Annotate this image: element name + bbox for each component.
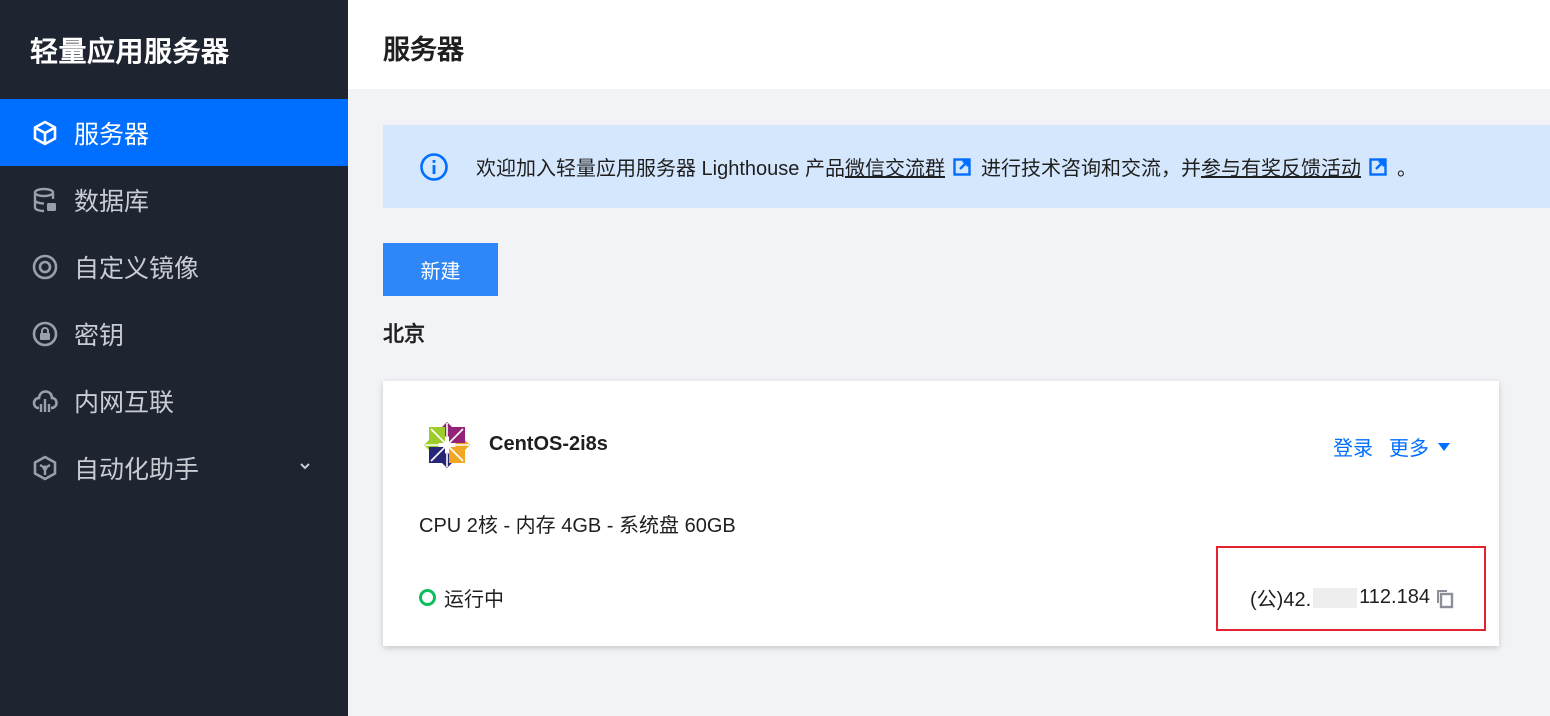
card-actions: 登录 更多 — [1333, 432, 1451, 461]
new-server-button[interactable]: 新建 — [383, 243, 498, 296]
notice-text: 。 — [1396, 158, 1417, 180]
notice-text: 进行技术咨询和交流，并 — [980, 158, 1201, 180]
status-running-icon — [419, 589, 436, 606]
sidebar-item-label: 自动化助手 — [74, 455, 200, 484]
ip-suffix: 112.184 — [1359, 586, 1430, 608]
more-dropdown[interactable]: 更多 — [1389, 432, 1451, 461]
sidebar-item-label: 自定义镜像 — [74, 254, 200, 283]
key-lock-icon — [30, 319, 60, 349]
notice-text: 欢迎加入轻量应用服务器 Lighthouse 产品 — [476, 158, 845, 180]
centos-logo-icon — [424, 422, 470, 468]
page-header: 服务器 — [348, 0, 1550, 89]
server-status: 运行中 — [419, 583, 504, 612]
status-label: 运行中 — [444, 589, 504, 611]
sidebar-item-keys[interactable]: 密钥 — [0, 300, 348, 367]
external-link-icon[interactable] — [1369, 157, 1387, 176]
notice-banner: 欢迎加入轻量应用服务器 Lighthouse 产品 微信交流群 进行技术咨询和交… — [383, 125, 1550, 208]
page-title: 服务器 — [383, 35, 464, 65]
sidebar-item-database[interactable]: 数据库 — [0, 166, 348, 233]
cube-icon — [30, 118, 60, 148]
server-specs: CPU 2核 - 内存 4GB - 系统盘 60GB — [419, 515, 736, 537]
more-label: 更多 — [1389, 438, 1429, 460]
sidebar-item-label: 内网互联 — [74, 388, 175, 417]
region-label: 北京 — [383, 323, 425, 346]
ip-prefix: (公)42. — [1250, 589, 1312, 611]
automation-icon — [30, 453, 60, 483]
sidebar: 轻量应用服务器 服务器 数据库 自定义镜像 密钥 内网互联 自动化助手 — [0, 0, 348, 716]
image-disc-icon — [30, 252, 60, 282]
public-ip: (公)42. 112.184 — [1250, 583, 1454, 612]
sidebar-item-servers[interactable]: 服务器 — [0, 99, 348, 166]
external-link-icon[interactable] — [953, 157, 971, 176]
database-icon — [30, 185, 60, 215]
sidebar-item-custom-image[interactable]: 自定义镜像 — [0, 233, 348, 300]
copy-icon[interactable] — [1434, 587, 1454, 609]
login-button[interactable]: 登录 — [1333, 432, 1373, 461]
info-icon — [420, 152, 448, 181]
brand-title: 轻量应用服务器 — [30, 36, 230, 67]
server-card[interactable]: CentOS-2i8s 登录 更多 CPU 2核 - 内存 4GB - 系统盘 … — [383, 381, 1499, 646]
sidebar-item-label: 数据库 — [74, 187, 150, 216]
cloud-network-icon — [30, 386, 60, 416]
feedback-activity-link[interactable]: 参与有奖反馈活动 — [1201, 152, 1361, 181]
sidebar-item-label: 服务器 — [74, 120, 150, 149]
sidebar-nav: 服务器 数据库 自定义镜像 密钥 内网互联 自动化助手 — [0, 99, 348, 501]
ip-redaction — [1313, 587, 1358, 608]
wechat-group-link[interactable]: 微信交流群 — [845, 152, 945, 181]
sidebar-item-automation[interactable]: 自动化助手 — [0, 434, 348, 501]
sidebar-item-label: 密钥 — [74, 321, 125, 350]
server-name[interactable]: CentOS-2i8s — [489, 433, 608, 456]
caret-down-icon — [1438, 442, 1450, 451]
chevron-down-icon — [300, 463, 310, 470]
sidebar-item-intranet[interactable]: 内网互联 — [0, 367, 348, 434]
